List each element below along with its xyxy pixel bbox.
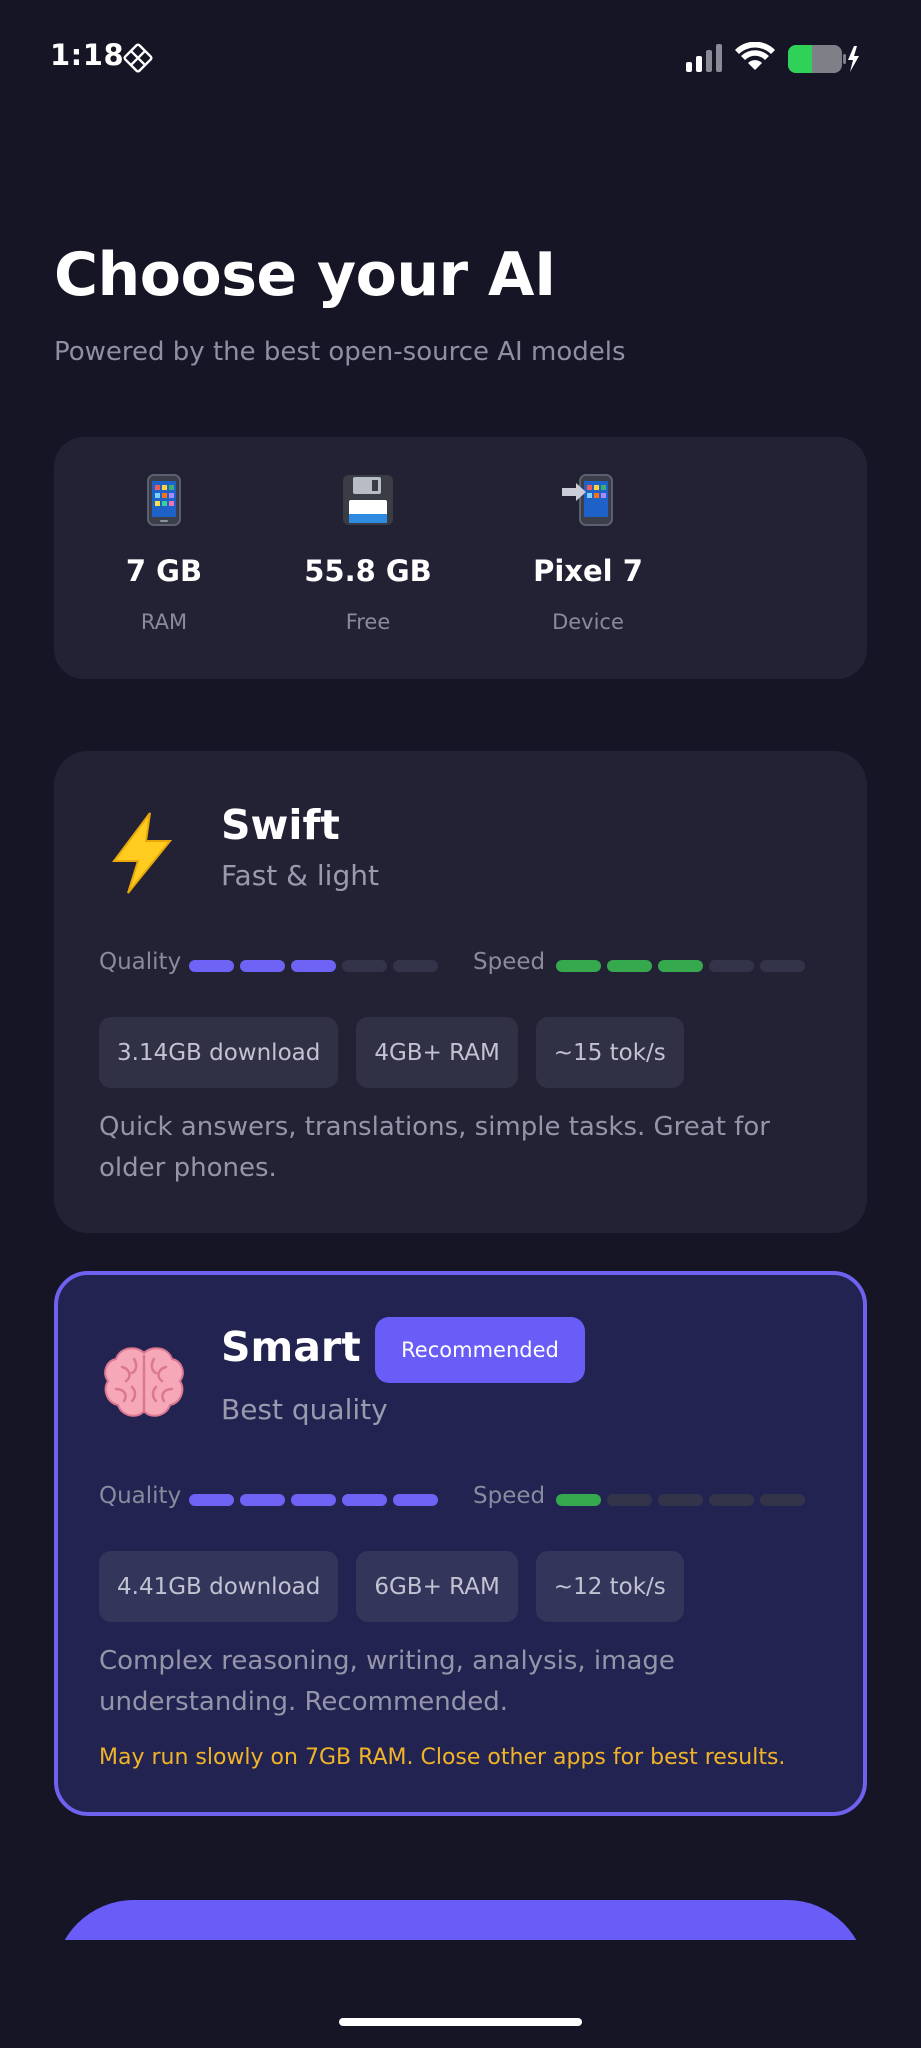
model-card-swift[interactable]: Swift Fast & light Quality Speed 3.14GB …: [54, 751, 867, 1233]
meter-segment: [556, 960, 601, 972]
meter-segment: [709, 960, 754, 972]
speed-label: Speed: [473, 1483, 546, 1509]
device-free-label: Free: [345, 610, 391, 634]
lightning-icon: [102, 811, 182, 894]
token-speed-chip: ~15 tok/s: [535, 1017, 684, 1088]
phone-arrow-icon: [478, 474, 698, 530]
home-indicator[interactable]: [339, 2018, 582, 2026]
model-meters: Quality Speed: [99, 949, 839, 979]
meter-segment: [393, 960, 438, 972]
battery-charging-icon: [788, 44, 860, 78]
device-ram-value: 7 GB: [125, 554, 203, 588]
quality-meter: [189, 960, 438, 972]
ram-warning-text: May run slowly on 7GB RAM. Close other a…: [99, 1745, 786, 1770]
meter-segment: [607, 960, 652, 972]
model-description: Complex reasoning, writing, analysis, im…: [99, 1646, 675, 1717]
speed-meter: [556, 1494, 805, 1506]
quality-meter: [189, 1494, 438, 1506]
bottom-safe-area: [0, 1940, 921, 2048]
meter-segment: [607, 1494, 652, 1506]
device-stat-device: Pixel 7 Device: [478, 437, 698, 634]
meter-segment: [240, 1494, 285, 1506]
quality-label: Quality: [99, 949, 182, 975]
brain-icon: [102, 1345, 184, 1425]
meter-segment: [393, 1494, 438, 1506]
meter-segment: [189, 960, 234, 972]
device-stat-free: 55.8 GB Free: [258, 437, 478, 634]
mobile-phone-icon: [54, 474, 274, 530]
model-card-smart[interactable]: Smart Recommended Best quality Quality S…: [54, 1271, 867, 1816]
device-name-value: Pixel 7: [533, 554, 643, 588]
cellular-signal-icon: [686, 44, 726, 76]
device-info-card: 7 GB RAM 55.8 GB Free Pixel 7 Device: [54, 437, 867, 679]
page-subtitle: Powered by the best open-source AI model…: [54, 337, 626, 367]
meter-segment: [658, 960, 703, 972]
meter-segment: [342, 960, 387, 972]
speed-label: Speed: [473, 949, 546, 975]
model-meters: Quality Speed: [99, 1483, 839, 1513]
meter-segment: [342, 1494, 387, 1506]
ram-requirement-chip: 4GB+ RAM: [356, 1017, 518, 1088]
download-size-chip: 3.14GB download: [99, 1017, 339, 1088]
meter-segment: [760, 1494, 805, 1506]
meter-segment: [556, 1494, 601, 1506]
meter-segment: [189, 1494, 234, 1506]
meter-segment: [709, 1494, 754, 1506]
quality-label: Quality: [99, 1483, 182, 1509]
device-ram-label: RAM: [140, 610, 188, 634]
recommended-badge: Recommended: [375, 1317, 585, 1383]
model-tagline: Fast & light: [221, 859, 379, 892]
ram-requirement-chip: 6GB+ RAM: [356, 1551, 518, 1622]
meter-segment: [760, 960, 805, 972]
status-bar: 1:18: [0, 0, 921, 115]
model-name: Swift: [221, 801, 340, 849]
meter-segment: [291, 960, 336, 972]
device-stat-ram: 7 GB RAM: [54, 437, 274, 634]
floppy-disk-icon: [258, 474, 478, 530]
model-spec-chips: 3.14GB download 4GB+ RAM ~15 tok/s: [99, 1017, 684, 1088]
speed-meter: [556, 960, 805, 972]
page-title: Choose your AI: [54, 240, 556, 310]
wifi-icon: [735, 41, 775, 76]
meter-segment: [240, 960, 285, 972]
model-tagline: Best quality: [221, 1393, 388, 1426]
model-name: Smart: [221, 1323, 361, 1371]
meter-segment: [658, 1494, 703, 1506]
meter-segment: [291, 1494, 336, 1506]
diamond-grid-icon: [122, 42, 154, 78]
token-speed-chip: ~12 tok/s: [535, 1551, 684, 1622]
status-time: 1:18: [50, 38, 125, 72]
download-size-chip: 4.41GB download: [99, 1551, 339, 1622]
device-free-value: 55.8 GB: [304, 554, 432, 588]
device-name-label: Device: [552, 610, 624, 634]
model-description: Quick answers, translations, simple task…: [99, 1112, 770, 1183]
model-spec-chips: 4.41GB download 6GB+ RAM ~12 tok/s: [99, 1551, 684, 1622]
